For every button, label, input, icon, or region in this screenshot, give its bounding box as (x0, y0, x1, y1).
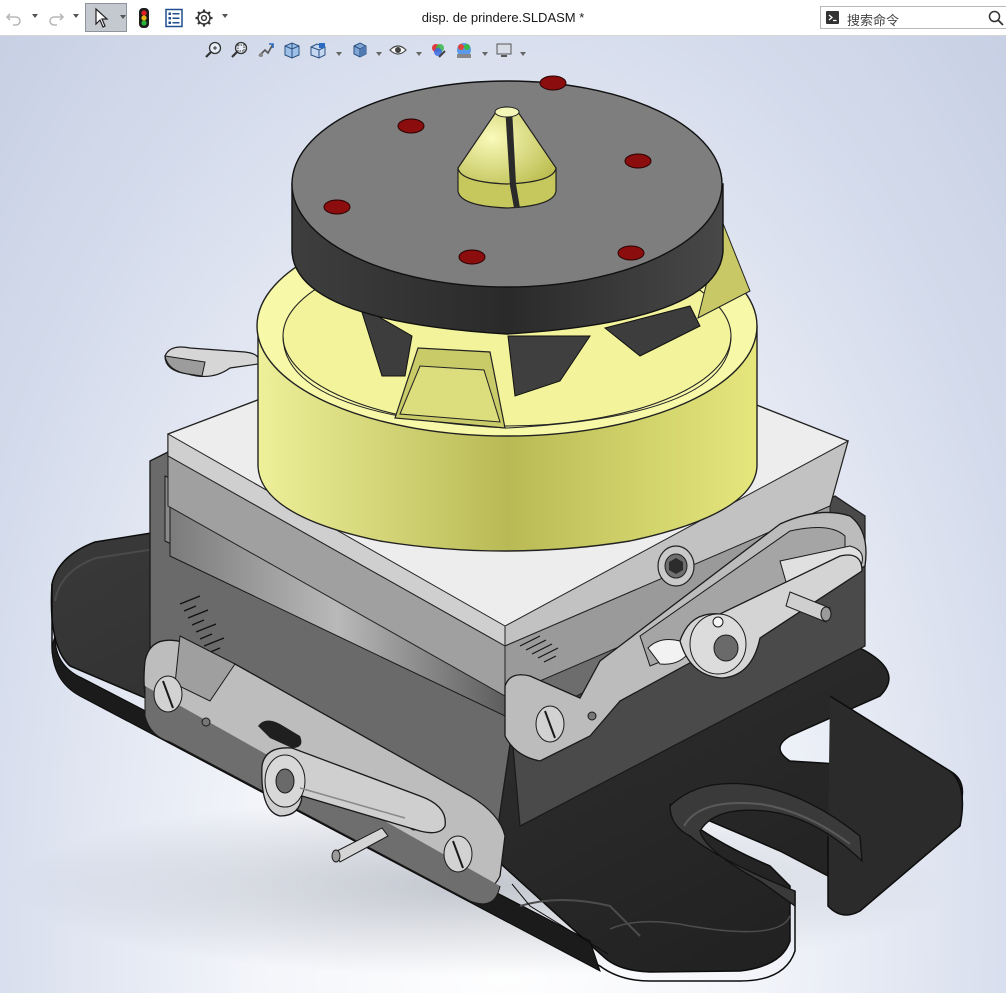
file-properties-button[interactable] (162, 4, 186, 32)
back-lever[interactable] (164, 346, 260, 378)
file-properties-icon (165, 8, 183, 28)
undo-button[interactable] (4, 4, 24, 32)
select-button[interactable] (85, 3, 127, 32)
undo-dropdown-icon[interactable] (32, 14, 38, 18)
traffic-light-icon (139, 8, 149, 28)
options-dropdown-icon[interactable] (222, 14, 228, 18)
command-prompt-icon (826, 11, 839, 24)
graphics-area[interactable] (0, 36, 1006, 993)
redo-dropdown-icon[interactable] (73, 14, 79, 18)
select-dropdown-icon[interactable] (120, 15, 126, 19)
gear-icon (195, 9, 213, 27)
title-bar: disp. de prindere.SLDASM * 搜索命令 (0, 0, 1006, 36)
rebuild-button[interactable] (136, 4, 152, 32)
search-icon[interactable] (987, 9, 1005, 27)
select-arrow-icon (95, 7, 109, 28)
undo-icon (5, 13, 21, 26)
search-input[interactable]: 搜索命令 (847, 10, 899, 29)
assembly-model[interactable] (0, 36, 1006, 993)
redo-icon (49, 13, 65, 26)
redo-button[interactable] (46, 4, 66, 32)
options-button[interactable] (193, 4, 215, 32)
search-commands-box[interactable]: 搜索命令 (820, 6, 1006, 29)
